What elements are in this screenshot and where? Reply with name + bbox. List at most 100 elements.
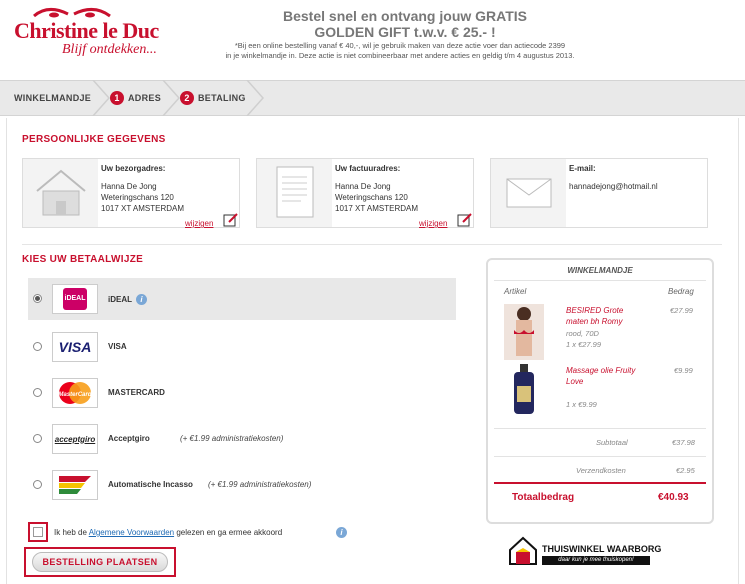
info-icon[interactable]: i — [136, 294, 147, 305]
product-image-bra[interactable] — [504, 304, 544, 360]
step-number-badge: 1 — [110, 91, 124, 105]
payment-name: Acceptgiro — [108, 434, 150, 443]
total-divider — [494, 482, 706, 484]
payment-option-ideal[interactable]: iDEAL iDEAL i — [28, 278, 456, 320]
promo-fineprint-line: in je winkelmandje in. Deze actie is nie… — [225, 51, 575, 60]
product-image-oil[interactable] — [510, 364, 538, 416]
payment-radio-visa[interactable] — [33, 342, 42, 351]
email-value: hannadejong@hotmail.nl — [569, 182, 658, 191]
acceptgiro-logo: acceptgiro — [52, 424, 98, 454]
edit-delivery-link[interactable]: wijzigen — [185, 219, 213, 228]
payment-radio-ideal[interactable] — [33, 294, 42, 303]
step-winkelmandje[interactable]: WINKELMANDJE — [14, 80, 91, 116]
payment-option-incasso[interactable]: Automatische Incasso (+ €1.99 administra… — [28, 464, 456, 506]
cart-item-name[interactable]: Love — [566, 377, 583, 386]
cart-item-qty: 1 x €9.99 — [566, 400, 597, 409]
delivery-heading: Uw bezorgadres: — [101, 164, 166, 173]
thuiswinkel-name[interactable]: THUISWINKEL WAARBORG — [542, 544, 661, 554]
edit-pencil-icon[interactable] — [457, 212, 473, 228]
shipping-value: €2.95 — [676, 466, 695, 475]
terms-checkbox[interactable] — [33, 527, 43, 537]
payment-option-visa[interactable]: VISA VISA — [28, 326, 456, 368]
payment-radio-incasso[interactable] — [33, 480, 42, 489]
step-arrow-icon — [246, 80, 264, 116]
cart-item-qty: 1 x €27.99 — [566, 340, 602, 349]
step-arrow-icon — [92, 80, 110, 116]
cart-item-name[interactable]: maten bh Romy — [566, 317, 622, 326]
step-label: ADRES — [128, 93, 162, 103]
cart-col-amount: Bedrag — [668, 287, 694, 296]
visa-logo-text: VISA — [58, 339, 92, 355]
payment-name: iDEAL — [108, 295, 132, 304]
payment-radio-acceptgiro[interactable] — [33, 434, 42, 443]
cart-summary: WINKELMANDJE Artikel Bedrag BESIRED Grot… — [486, 258, 714, 524]
brand-logo[interactable]: Christine le Duc — [14, 18, 159, 44]
total-label: Totaalbedrag — [512, 492, 575, 503]
step-number-badge: 2 — [180, 91, 194, 105]
edit-pencil-icon[interactable] — [223, 212, 239, 228]
payment-name: Automatische Incasso — [108, 480, 193, 489]
cart-item-name[interactable]: BESIRED Grote — [566, 306, 623, 315]
invoice-heading: Uw factuuradres: — [335, 164, 401, 173]
payment-name: VISA — [108, 342, 127, 351]
invoice-city: 1017 XT AMSTERDAM — [335, 204, 418, 213]
shipping-label: Verzendkosten — [576, 466, 626, 475]
step-arrow-icon — [162, 80, 180, 116]
brand-tagline: Blijf ontdekken... — [62, 42, 157, 57]
invoice-address-card: Uw factuuradres: Hanna De Jong Weterings… — [256, 158, 474, 228]
cart-item-price: €9.99 — [674, 366, 693, 375]
promo-subheadline: GOLDEN GIFT t.w.v. € 25.- ! — [314, 24, 496, 40]
payment-fee-note: (+ €1.99 administratiekosten) — [180, 434, 284, 443]
divider — [22, 244, 722, 245]
step-adres[interactable]: 1 ADRES — [110, 80, 161, 116]
incasso-logo — [52, 470, 98, 500]
subtotal-value: €37.98 — [672, 438, 695, 447]
promo-fineprint-line: *Bij een online bestelling vanaf € 40,-,… — [234, 41, 566, 50]
divider — [494, 280, 706, 281]
subtotal-label: Subtotaal — [596, 438, 628, 447]
email-heading: E-mail: — [569, 164, 596, 173]
envelope-icon — [491, 159, 566, 227]
terms-text-post: gelezen en ga ermee akkoord — [174, 528, 283, 537]
invoice-street: Weteringschans 120 — [335, 193, 408, 202]
ideal-logo-text: iDEAL — [63, 288, 87, 310]
terms-link[interactable]: Algemene Voorwaarden — [89, 528, 174, 537]
info-icon[interactable]: i — [336, 527, 347, 538]
cart-title: WINKELMANDJE — [567, 266, 633, 275]
document-icon — [257, 159, 332, 227]
email-card: E-mail: hannadejong@hotmail.nl — [490, 158, 708, 228]
terms-text-pre: Ik heb de — [54, 528, 89, 537]
edit-invoice-link[interactable]: wijzigen — [419, 219, 447, 228]
promo-fineprint: *Bij een online bestelling vanaf € 40,-,… — [150, 41, 650, 61]
total-value: €40.93 — [658, 492, 689, 503]
step-label: WINKELMANDJE — [14, 93, 92, 103]
payment-option-acceptgiro[interactable]: acceptgiro Acceptgiro (+ €1.99 administr… — [28, 418, 456, 460]
acceptgiro-logo-text: acceptgiro — [54, 434, 96, 444]
step-label: BETALING — [198, 93, 246, 103]
house-icon — [23, 159, 98, 227]
payment-radio-mastercard[interactable] — [33, 388, 42, 397]
payment-name: MASTERCARD — [108, 388, 165, 397]
divider — [494, 456, 706, 457]
cart-item-name[interactable]: Massage olie Fruity — [566, 366, 635, 375]
delivery-name: Hanna De Jong — [101, 182, 157, 191]
place-order-button[interactable]: BESTELLING PLAATSEN — [32, 552, 168, 572]
visa-logo: VISA — [52, 332, 98, 362]
invoice-name: Hanna De Jong — [335, 182, 391, 191]
terms-text: Ik heb de Algemene Voorwaarden gelezen e… — [54, 528, 282, 537]
divider — [494, 428, 706, 429]
section-title-payment: KIES UW BETAALWIJZE — [22, 254, 144, 265]
promo-headline: Bestel snel en ontvang jouw GRATIS — [283, 8, 527, 24]
cart-item-detail: rood, 70D — [566, 329, 599, 338]
ideal-logo: iDEAL — [52, 284, 98, 314]
cart-item-price: €27.99 — [670, 306, 693, 315]
thuiswinkel-tagline: daar kun je mee thuiskopen! — [542, 556, 650, 565]
payment-option-mastercard[interactable]: MasterCard MASTERCARD — [28, 372, 456, 414]
delivery-address-card: Uw bezorgadres: Hanna De Jong Weteringsc… — [22, 158, 240, 228]
delivery-street: Weteringschans 120 — [101, 193, 174, 202]
thuiswinkel-house-icon — [509, 536, 537, 565]
mastercard-logo-text: MasterCard — [58, 392, 91, 398]
section-title-personal: PERSOONLIJKE GEGEVENS — [22, 134, 166, 145]
cart-col-article: Artikel — [504, 287, 527, 296]
step-betaling[interactable]: 2 BETALING — [180, 80, 246, 116]
